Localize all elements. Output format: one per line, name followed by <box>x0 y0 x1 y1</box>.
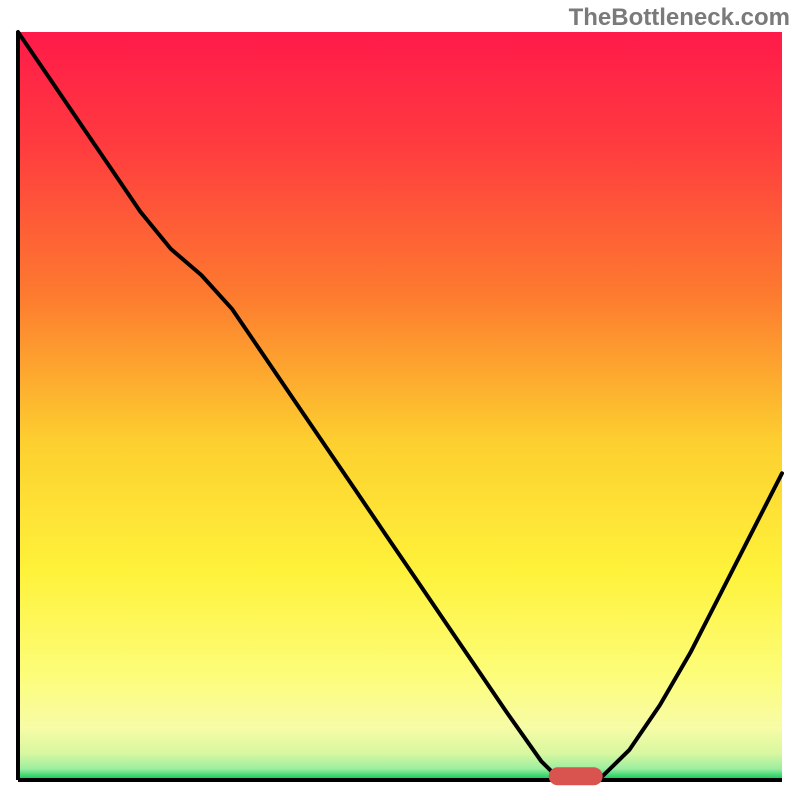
optimal-marker <box>549 767 603 785</box>
bottleneck-chart <box>0 0 800 800</box>
watermark-text: TheBottleneck.com <box>569 4 790 32</box>
plot-background <box>18 32 782 780</box>
